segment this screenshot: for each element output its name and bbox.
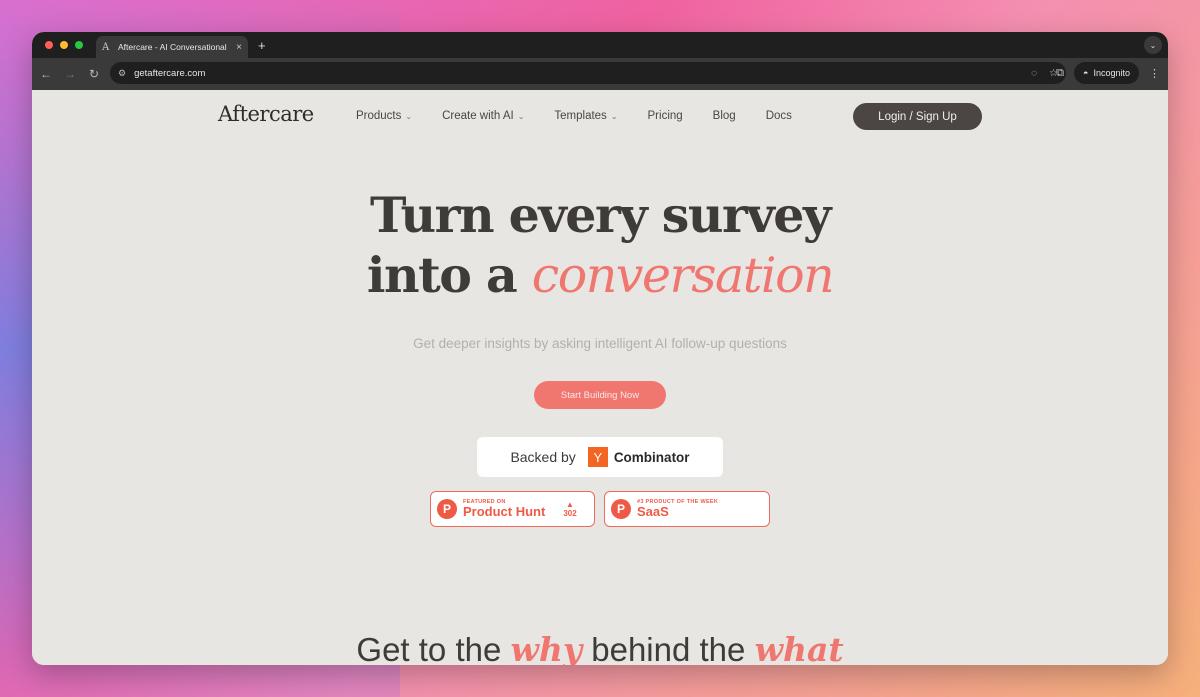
browser-toolbar: ← → ↻ ⚙ getaftercare.com ◌ ☆ ⧉ ◓ Incogni… [32, 58, 1168, 90]
nav-link-label: Blog [712, 110, 736, 122]
nav-link-docs[interactable]: Docs [766, 110, 792, 122]
hero-subtitle: Get deeper insights by asking intelligen… [413, 336, 787, 351]
nav-link-blog[interactable]: Blog [713, 110, 736, 122]
nav-link-products[interactable]: Products ⌄ [356, 110, 412, 122]
upvote-number: 302 [563, 509, 577, 518]
chevron-down-icon: ⌄ [610, 111, 618, 121]
upvote-arrow-icon: ▲ [566, 500, 574, 509]
new-tab-button[interactable]: + [258, 38, 266, 53]
chevron-down-icon: ⌄ [405, 111, 413, 121]
tab-search-icon[interactable]: ⌄ [1144, 36, 1162, 54]
back-icon[interactable]: ← [40, 67, 52, 81]
forward-icon[interactable]: → [64, 67, 76, 81]
section-title-em2: what [754, 630, 844, 665]
page-content: Aftercare Products ⌄ Create with AI ⌄ Templa… [32, 90, 1168, 665]
hero-title-prefix: into a [366, 246, 532, 304]
product-hunt-icon: P [611, 499, 631, 519]
section-title-em1: why [510, 630, 583, 665]
badge-big-text: Product Hunt [463, 504, 546, 519]
backed-by-text: Backed by [510, 449, 576, 465]
maximize-window-button[interactable] [75, 41, 83, 49]
browser-tab[interactable]: A Aftercare - AI Conversational × [96, 36, 248, 58]
nav-link-label: Docs [765, 110, 792, 122]
minimize-window-button[interactable] [60, 41, 68, 49]
site-nav: Aftercare Products ⌄ Create with AI ⌄ Templa… [32, 102, 1168, 132]
tab-close-icon[interactable]: × [236, 42, 242, 53]
site-settings-icon[interactable]: ⚙ [118, 68, 126, 79]
yc-logo-icon: Y [587, 447, 608, 467]
tab-favicon-icon: A [102, 41, 110, 53]
hero-title: Turn every survey into a conversation [32, 185, 1168, 306]
chevron-down-icon: ⌄ [517, 111, 525, 121]
yc-name: Combinator [613, 449, 690, 465]
address-bar[interactable]: ⚙ getaftercare.com ◌ ☆ [110, 62, 1066, 84]
product-hunt-badge[interactable]: P FEATURED ON Product Hunt ▲ 302 [430, 491, 595, 527]
section-title-part1: Get to the [356, 631, 511, 665]
nav-link-create-with-ai[interactable]: Create with AI ⌄ [442, 110, 524, 122]
nav-link-templates[interactable]: Templates ⌄ [554, 110, 617, 122]
nav-link-label: Pricing [647, 110, 683, 122]
login-signup-button[interactable]: Login / Sign Up [853, 103, 982, 130]
tab-bar: A Aftercare - AI Conversational × + ⌄ [32, 32, 1168, 58]
menu-icon[interactable]: ⋮ [1149, 67, 1160, 80]
section-title-part2: behind the [582, 631, 755, 665]
url-text[interactable]: getaftercare.com [134, 68, 1023, 79]
incognito-icon: ◓ [1083, 68, 1089, 78]
nav-links: Products ⌄ Create with AI ⌄ Templates ⌄ Pricin… [356, 110, 822, 122]
nav-link-pricing[interactable]: Pricing [648, 110, 683, 122]
nav-link-label: Products [356, 110, 402, 122]
reload-icon[interactable]: ↻ [88, 67, 100, 81]
window-controls [45, 41, 83, 49]
eye-off-icon[interactable]: ◌ [1031, 68, 1037, 79]
hero-title-accent: conversation [531, 247, 835, 304]
extensions-icon[interactable]: ⧉ [1056, 67, 1064, 80]
incognito-label: Incognito [1093, 68, 1130, 78]
product-hunt-icon: P [437, 499, 457, 519]
section-title: Get to the why behind the what [32, 630, 1168, 665]
close-window-button[interactable] [45, 41, 53, 49]
start-building-button[interactable]: Start Building Now [534, 381, 666, 409]
tab-title: Aftercare - AI Conversational [118, 42, 227, 52]
incognito-button[interactable]: ◓ Incognito [1074, 62, 1139, 84]
nav-link-label: Create with AI [442, 110, 514, 122]
product-of-week-badge[interactable]: P #3 PRODUCT OF THE WEEK SaaS [604, 491, 770, 527]
browser-window: A Aftercare - AI Conversational × + ⌄ ← … [32, 32, 1168, 665]
upvote-count: ▲ 302 [563, 500, 576, 518]
badge-big-text: SaaS [637, 504, 669, 519]
backed-by-card[interactable]: Backed by Y Combinator [477, 437, 723, 477]
hero-title-line1: Turn every survey [370, 186, 831, 244]
site-logo[interactable]: Aftercare [218, 102, 314, 126]
nav-link-label: Templates [554, 110, 607, 122]
